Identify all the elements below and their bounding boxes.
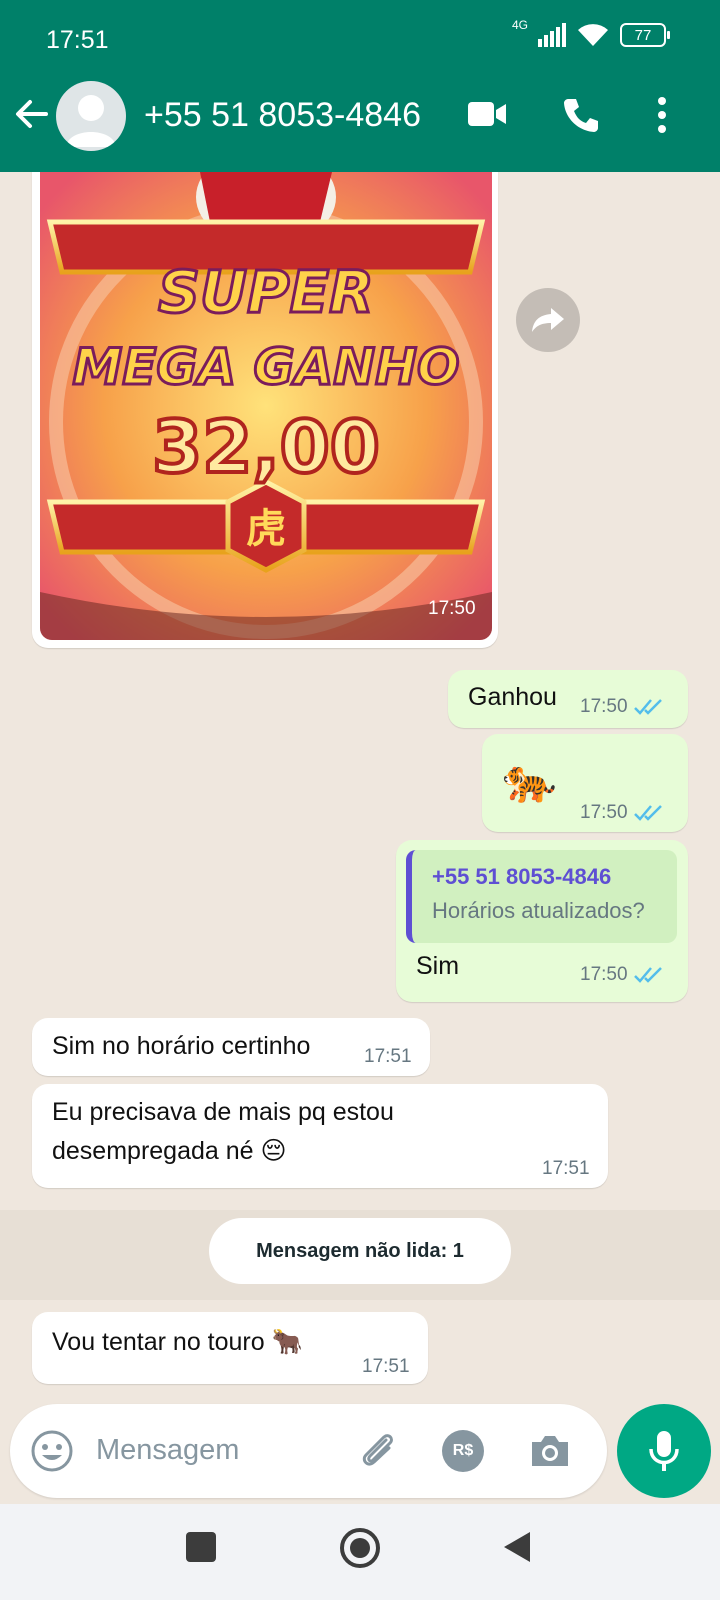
message-text: Vou tentar no touro 🐂 [52,1328,303,1356]
read-receipt-icon [634,805,662,821]
quoted-sender: +55 51 8053-4846 [432,864,612,889]
message-input[interactable]: Mensagem [96,1434,239,1467]
avatar[interactable] [56,81,126,151]
network-type: 4G [511,18,528,32]
message-time: 17:50 [580,964,628,985]
message-time: 17:51 [542,1158,590,1179]
outgoing-message[interactable]: Ganhou 17:50 [448,670,688,728]
unread-badge: Mensagem não lida: 1 [209,1218,511,1284]
camera-icon[interactable] [528,1428,572,1472]
image-text-mega-ganho: MEGA GANHO [73,338,460,396]
video-call-icon[interactable] [466,96,508,132]
read-receipt-icon [634,967,662,983]
forward-button[interactable] [516,288,580,352]
image-text-value: 32,00 [152,405,380,489]
message-emoji: 🐅 [502,756,557,805]
message-text: Ganhou [468,683,557,711]
back-arrow-icon[interactable] [14,96,50,132]
system-navigation-bar [0,1504,720,1600]
emoji-icon[interactable] [30,1429,74,1473]
default-avatar-icon [66,95,116,147]
message-time: 17:50 [580,802,628,823]
status-icons: 4G 77 [512,18,670,48]
incoming-message[interactable]: Sim no horário certinho 17:51 [32,1018,430,1076]
microphone-icon [649,1431,679,1471]
image-glyph: 虎 [246,506,286,552]
battery-level: 77 [634,26,652,44]
message-text-line2: desempregada né 😔 [52,1137,287,1165]
more-options-icon[interactable] [656,96,668,134]
game-win-image: 虎 SUPER MEGA GANHO 32,00 [40,172,492,640]
status-time: 17:51 [46,26,109,54]
quoted-text: Horários atualizados? [432,898,645,923]
message-text: Sim no horário certinho [52,1032,311,1060]
message-text: Sim [416,952,460,980]
contact-name[interactable]: +55 51 8053-4846 [144,96,421,135]
message-time: 17:50 [580,696,628,717]
currency-label: R$ [452,1442,474,1459]
attach-icon[interactable] [356,1428,400,1472]
forward-icon [532,308,564,332]
home-dot [350,1538,370,1558]
signal-icon [538,23,566,47]
voice-message-button[interactable] [617,1404,711,1498]
incoming-message[interactable]: Vou tentar no touro 🐂 17:51 [32,1312,428,1384]
message-time: 17:51 [362,1356,410,1377]
payment-button[interactable]: R$ [442,1430,484,1472]
back-nav-icon[interactable] [502,1530,532,1564]
message-time: 17:50 [428,598,476,619]
battery-icon: 77 [620,23,670,47]
message-time: 17:51 [364,1046,412,1067]
quoted-message[interactable]: +55 51 8053-4846 Horários atualizados? [406,850,677,943]
chat-area[interactable]: 虎 SUPER MEGA GANHO 32,00 17:50 Ganhou 17… [0,172,720,1404]
image-thumbnail[interactable]: 虎 SUPER MEGA GANHO 32,00 [40,172,492,640]
app-header: 17:51 4G 77 +55 51 8053-4846 [0,0,720,172]
wifi-icon [578,24,608,46]
message-composer[interactable]: Mensagem R$ [10,1404,607,1498]
read-receipt-icon [634,699,662,715]
message-text-line1: Eu precisava de mais pq estou [52,1098,394,1126]
outgoing-reply-message[interactable]: +55 51 8053-4846 Horários atualizados? S… [396,840,688,1002]
home-button[interactable] [340,1528,380,1568]
image-text-super: SUPER [158,258,374,326]
incoming-message[interactable]: Eu precisava de mais pq estou desemprega… [32,1084,608,1188]
outgoing-message[interactable]: 🐅 17:50 [482,734,688,832]
voice-call-icon[interactable] [562,96,600,134]
recent-apps-button[interactable] [186,1532,216,1562]
